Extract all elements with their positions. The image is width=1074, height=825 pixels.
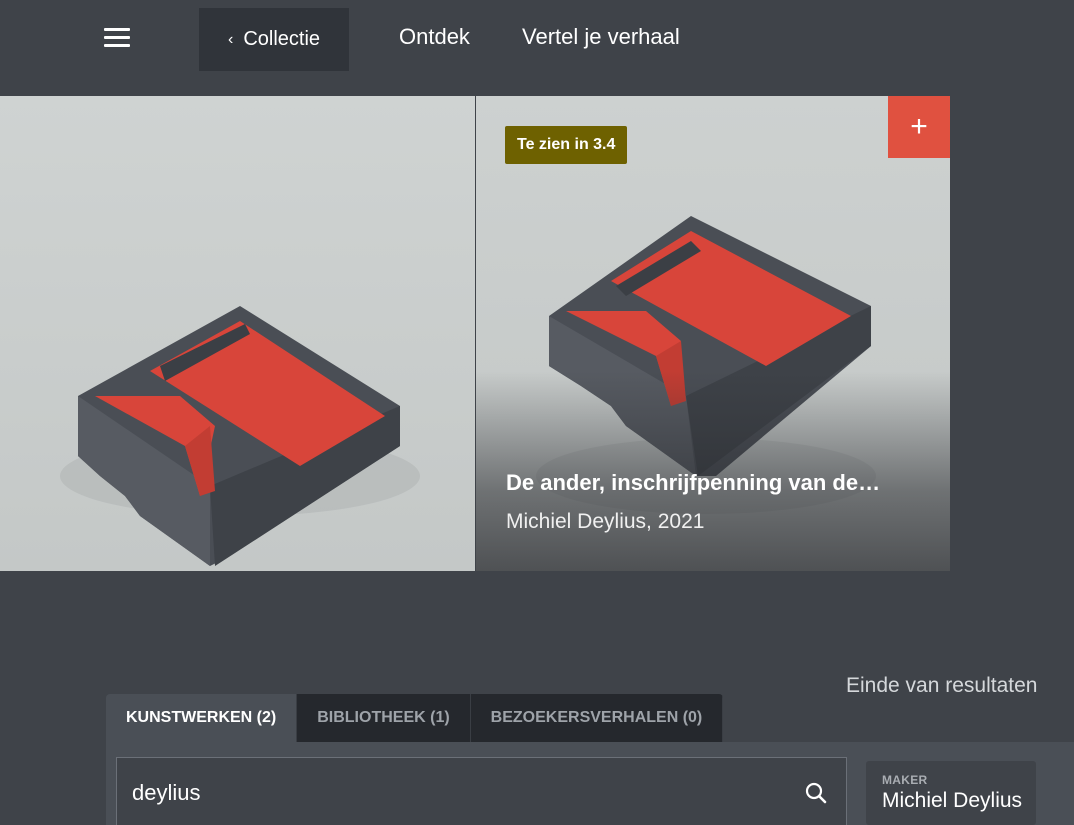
tab-bibliotheek[interactable]: BIBLIOTHEEK (1) — [297, 694, 471, 742]
menu-icon[interactable] — [104, 24, 134, 54]
tab-bezoekersverhalen[interactable]: BEZOEKERSVERHALEN (0) — [470, 694, 724, 742]
back-to-collection-button[interactable]: ‹ Collectie — [199, 8, 349, 71]
filter-value: Michiel Deylius — [882, 789, 1023, 812]
artwork-card-1[interactable] — [0, 96, 475, 571]
filter-label: MAKER — [882, 773, 928, 787]
nav-link-ontdek[interactable]: Ontdek — [399, 24, 470, 50]
search-input[interactable]: deylius — [116, 757, 847, 825]
end-of-results-text: Einde van resultaten — [846, 674, 1038, 697]
search-icon[interactable] — [804, 781, 828, 805]
artwork-title[interactable]: De ander, inschrijfpenning van de… — [506, 470, 880, 496]
result-type-tabs: KUNSTWERKEN (2) BIBLIOTHEEK (1) BEZOEKER… — [106, 694, 724, 742]
artwork-image — [60, 306, 420, 566]
add-to-collection-button[interactable]: + — [888, 96, 950, 158]
tab-kunstwerken[interactable]: KUNSTWERKEN (2) — [106, 694, 298, 742]
search-query-text: deylius — [132, 780, 201, 805]
top-navigation: ‹ Collectie Ontdek Vertel je verhaal — [0, 0, 1074, 96]
chevron-left-icon: ‹ — [227, 30, 234, 48]
maker-filter-chip[interactable]: MAKER Michiel Deylius — [866, 761, 1036, 825]
on-display-badge: Te zien in 3.4 — [505, 126, 628, 164]
nav-link-vertel-je-verhaal[interactable]: Vertel je verhaal — [522, 24, 680, 50]
artwork-maker-date: Michiel Deylius, 2021 — [506, 510, 705, 533]
artwork-card-2[interactable]: Te zien in 3.4 + De ander, inschrijfpenn… — [476, 96, 950, 571]
back-button-label: Collectie — [243, 28, 321, 50]
